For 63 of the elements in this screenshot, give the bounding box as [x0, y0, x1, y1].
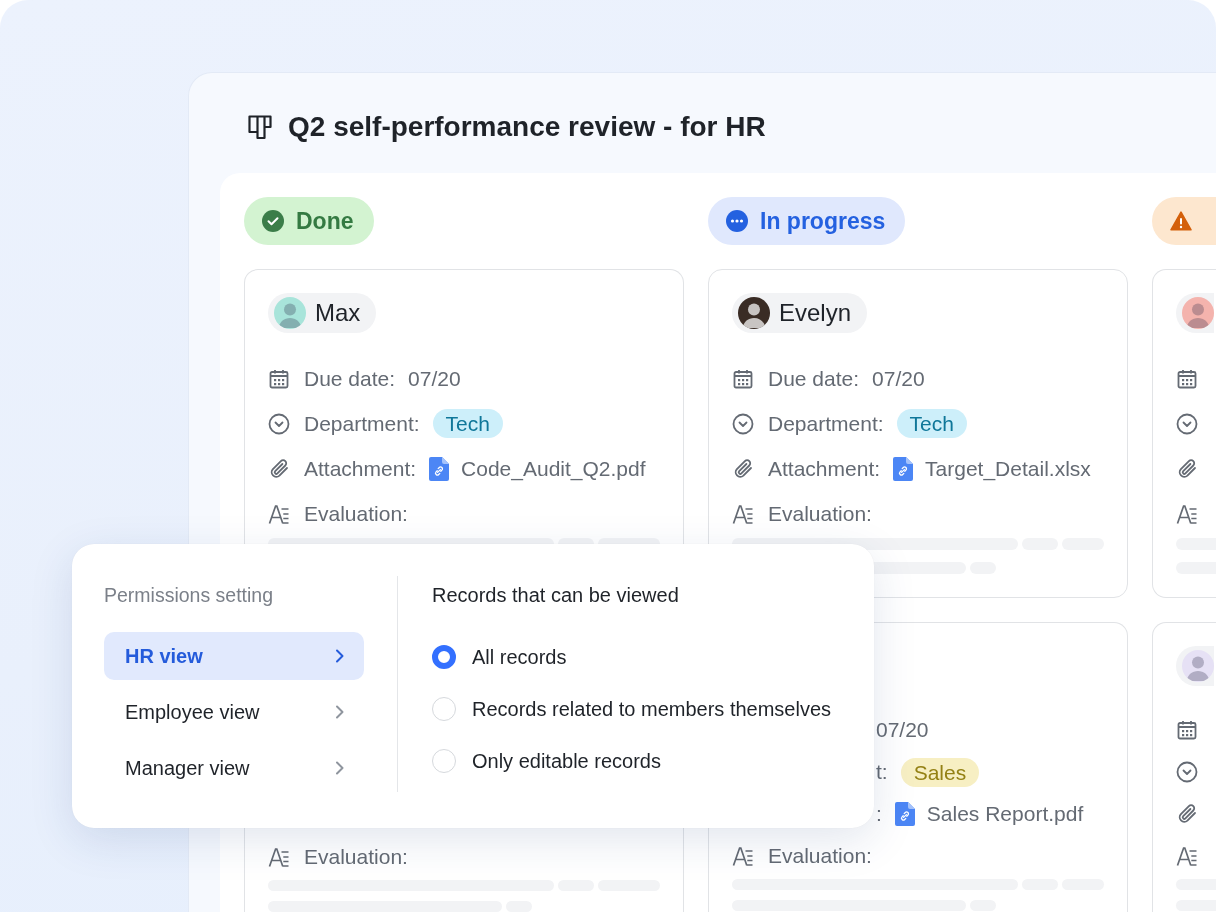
field-label: Due date:: [304, 366, 396, 391]
field-label: Department:: [768, 411, 884, 436]
field-label: Evaluation:: [768, 844, 872, 868]
paperclip-icon: [268, 457, 290, 480]
text-format-icon: [1176, 502, 1198, 525]
field-label: Attachment:: [304, 456, 417, 481]
attachment-link[interactable]: Target_Detail.xlsx: [925, 456, 1091, 481]
field-value: 07/20: [408, 366, 461, 391]
field-value: 07/20: [872, 366, 925, 391]
record-card[interactable]: [1152, 269, 1216, 598]
popup-heading: Permissions setting: [104, 583, 275, 608]
department-tag: Sales: [900, 757, 980, 787]
field-label: Evaluation:: [304, 501, 408, 526]
paperclip-icon: [1176, 803, 1198, 825]
field-label: t:: [876, 760, 888, 784]
chevron-right-icon: [334, 704, 346, 720]
view-menu-item[interactable]: HR view: [104, 632, 364, 680]
radio-button[interactable]: [432, 645, 456, 669]
file-icon: [894, 802, 915, 826]
chevron-circle-icon: [1176, 761, 1198, 783]
chevron-circle-icon: [268, 412, 290, 435]
options-heading: Records that can be viewed: [432, 583, 680, 608]
warning-icon: [1170, 210, 1192, 232]
chevron-right-icon: [334, 760, 346, 776]
calendar-icon: [1176, 367, 1198, 390]
field-label: Department:: [304, 411, 420, 436]
department-tag: Tech: [896, 409, 967, 438]
calendar-icon: [268, 367, 290, 390]
view-menu-item[interactable]: Manager view: [104, 744, 364, 792]
text-format-icon: [268, 502, 290, 525]
field-label: Evaluation:: [304, 845, 408, 869]
calendar-icon: [1176, 719, 1198, 741]
field-value: 07/20: [876, 718, 929, 742]
chevron-right-icon: [334, 648, 346, 664]
kanban-icon: [246, 113, 274, 141]
status-label: Done: [296, 207, 354, 235]
paperclip-icon: [1176, 457, 1198, 480]
calendar-icon: [732, 367, 754, 390]
field-label: Attachment:: [768, 456, 881, 481]
view-menu-item[interactable]: Employee view: [104, 688, 364, 736]
text-format-icon: [732, 502, 754, 525]
record-card[interactable]: Evelyn Due date: 07/20 Department: Tech Attachment: Target_Detail.xlsx Evaluation:: [708, 269, 1128, 598]
chevron-circle-icon: [1176, 412, 1198, 435]
record-card[interactable]: [1152, 622, 1216, 912]
person-name: Evelyn: [779, 299, 852, 327]
chevron-circle-icon: [732, 412, 754, 435]
text-format-icon: [732, 845, 754, 867]
text-format-icon: [1176, 845, 1198, 867]
attachment-link[interactable]: Sales Report.pdf: [926, 802, 1084, 826]
field-label: Evaluation:: [768, 501, 872, 526]
paperclip-icon: [732, 457, 754, 480]
check-circle-icon: [262, 210, 284, 232]
status-label: In progress: [760, 207, 886, 235]
file-icon: [429, 456, 450, 481]
ellipsis-circle-icon: [726, 210, 748, 232]
department-tag: Tech: [432, 409, 503, 438]
text-format-icon: [268, 846, 290, 868]
person-name: Max: [315, 299, 361, 327]
board-title: Q2 self-performance review - for HR: [288, 111, 766, 143]
field-label: :: [876, 802, 882, 826]
file-icon: [893, 456, 914, 481]
field-label: Due date:: [768, 366, 860, 391]
attachment-link[interactable]: Code_Audit_Q2.pdf: [461, 456, 646, 481]
